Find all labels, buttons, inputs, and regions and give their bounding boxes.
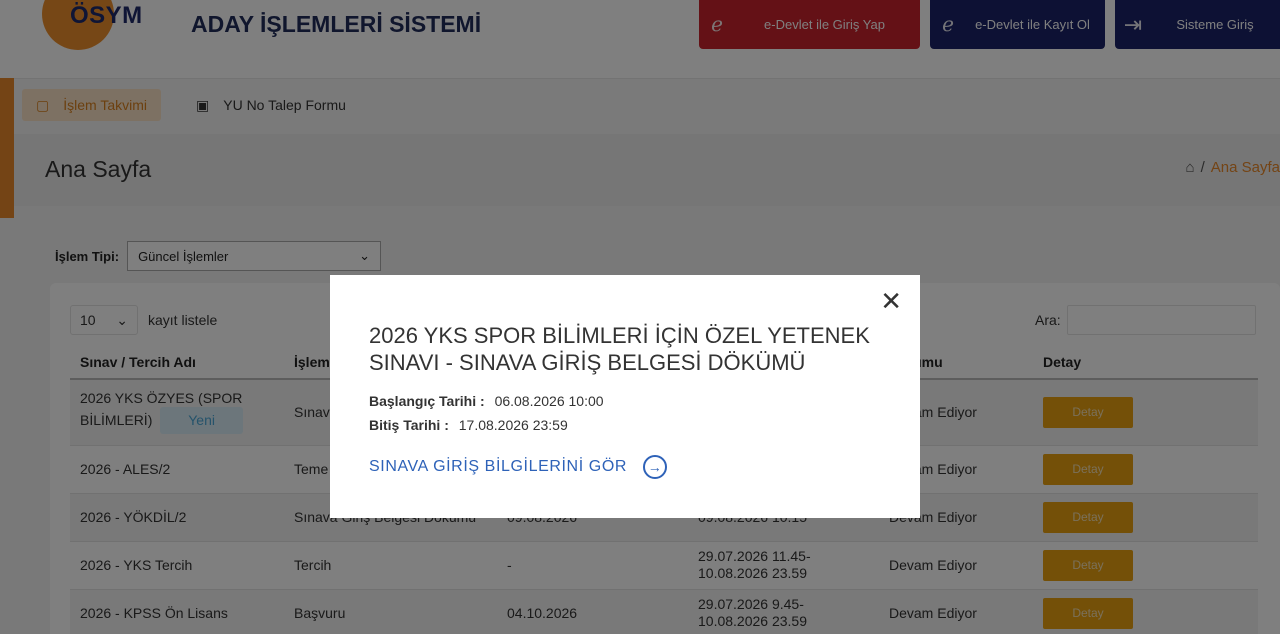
start-date-value: 06.08.2026 10:00 xyxy=(494,393,604,409)
end-date-label: Bitiş Tarihi : xyxy=(369,417,449,433)
close-icon[interactable]: ✕ xyxy=(880,288,902,314)
exam-info-modal: ✕ 2026 YKS SPOR BİLİMLERİ İÇİN ÖZEL YETE… xyxy=(330,275,920,518)
start-date-label: Başlangıç Tarihi : xyxy=(369,393,485,409)
start-date-row: Başlangıç Tarihi : 06.08.2026 10:00 xyxy=(369,393,604,409)
end-date-row: Bitiş Tarihi : 17.08.2026 23:59 xyxy=(369,417,568,433)
modal-title: 2026 YKS SPOR BİLİMLERİ İÇİN ÖZEL YETENE… xyxy=(369,323,870,375)
end-date-value: 17.08.2026 23:59 xyxy=(458,417,568,433)
view-exam-info-label: SINAVA GİRİŞ BİLGİLERİNİ GÖR xyxy=(369,458,628,475)
arrow-right-icon: → xyxy=(643,455,668,479)
view-exam-info-link[interactable]: SINAVA GİRİŞ BİLGİLERİNİ GÖR → xyxy=(369,455,668,479)
